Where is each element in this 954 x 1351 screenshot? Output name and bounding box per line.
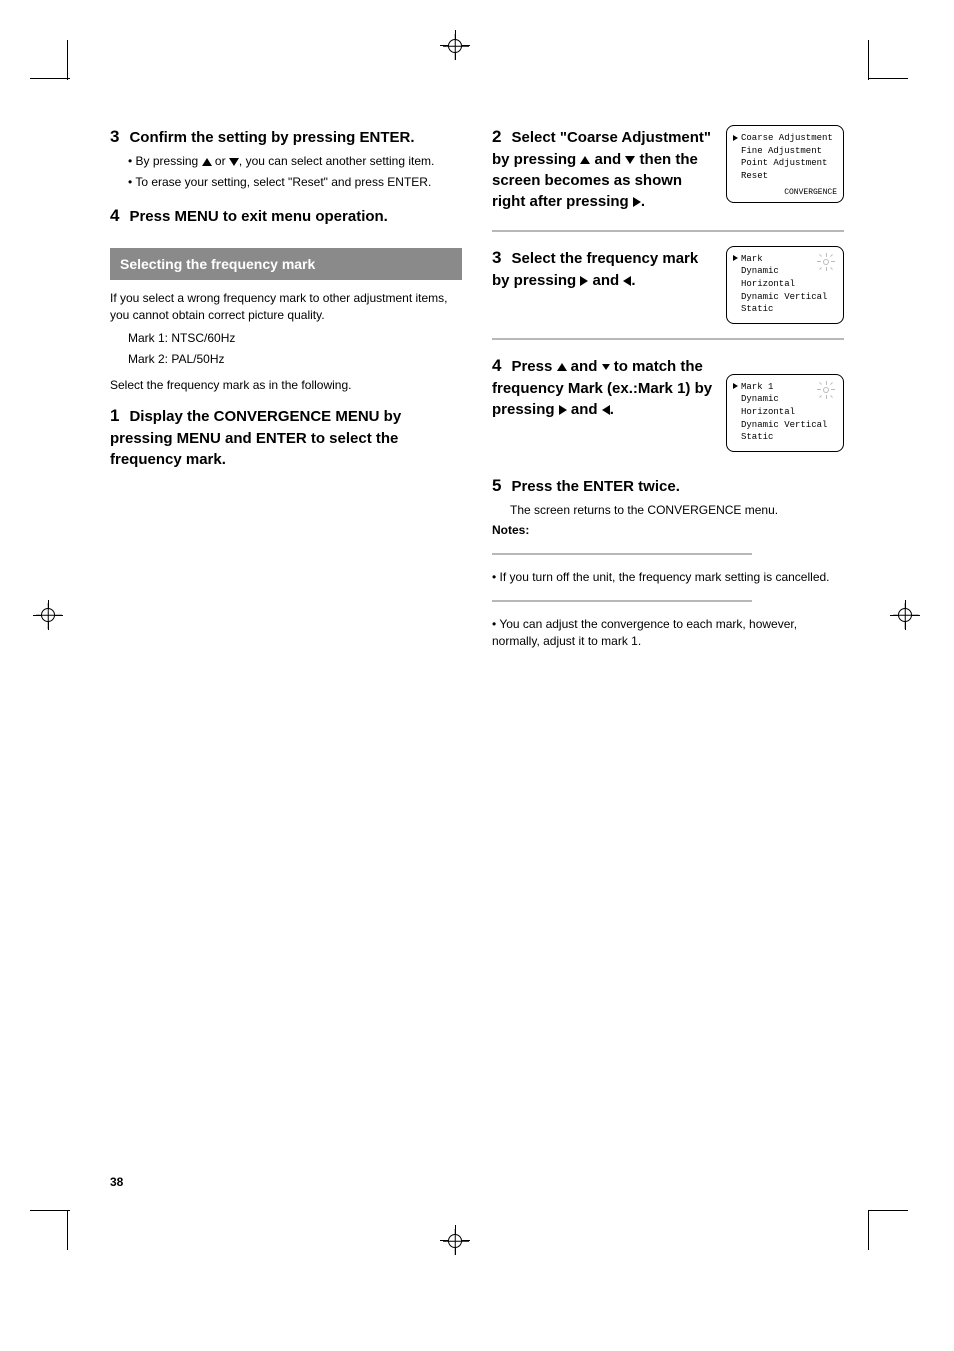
osd-line: Point Adjustment bbox=[733, 157, 837, 170]
note-item: • You can adjust the convergence to each… bbox=[492, 616, 844, 650]
osd-screen: Mark Dynamic Horizontal Dynamic Vertical… bbox=[726, 246, 844, 324]
osd-line: Dynamic Vertical bbox=[733, 419, 837, 432]
step3r-heading: 3Select the frequency mark by pressing a… bbox=[492, 246, 714, 291]
note-item: • If you turn off the unit, the frequenc… bbox=[492, 569, 844, 586]
divider bbox=[492, 230, 844, 232]
divider bbox=[492, 553, 752, 555]
up-arrow-icon bbox=[557, 358, 567, 375]
left-arrow-icon bbox=[602, 401, 610, 418]
step-number: 4 bbox=[492, 356, 511, 375]
step-number: 3 bbox=[110, 127, 129, 146]
osd-footer: CONVERGENCE bbox=[784, 187, 837, 198]
osd-line: Dynamic Vertical bbox=[733, 291, 837, 304]
osd-line: Mark bbox=[741, 254, 763, 264]
step-title: Confirm the setting by pressing ENTER. bbox=[129, 129, 414, 146]
osd-line: Reset bbox=[733, 170, 837, 183]
right-arrow-icon bbox=[633, 193, 641, 210]
step-number: 2 bbox=[492, 127, 511, 146]
step1-heading: 1Display the CONVERGENCE MENU by pressin… bbox=[110, 404, 462, 470]
up-arrow-icon bbox=[202, 154, 212, 168]
divider bbox=[492, 600, 752, 602]
osd-screen: Coarse Adjustment Fine Adjustment Point … bbox=[726, 125, 844, 203]
step4r-heading: 4Press and to match the frequency Mark (… bbox=[492, 354, 714, 420]
notes-label: Notes: bbox=[492, 522, 844, 539]
step-number: 3 bbox=[492, 248, 511, 267]
step3-heading: 3Confirm the setting by pressing ENTER. bbox=[110, 125, 462, 149]
freq-item: Mark 2: PAL/50Hz bbox=[128, 351, 462, 368]
osd-line: Coarse Adjustment bbox=[741, 133, 833, 143]
osd-line: Static bbox=[733, 303, 837, 316]
step3-note-2: • To erase your setting, select "Reset" … bbox=[128, 174, 462, 191]
registration-mark-icon bbox=[898, 608, 912, 622]
registration-mark-icon bbox=[448, 39, 462, 53]
registration-mark-icon bbox=[41, 608, 55, 622]
step5-note: The screen returns to the CONVERGENCE me… bbox=[492, 502, 844, 519]
down-arrow-icon bbox=[602, 358, 610, 375]
osd-line: Mark 1 bbox=[741, 382, 773, 392]
freq-item: Mark 1: NTSC/60Hz bbox=[128, 330, 462, 347]
osd-line: Fine Adjustment bbox=[733, 145, 837, 158]
step5-heading: 5Press the ENTER twice. bbox=[492, 474, 844, 498]
step4-heading: 4Press MENU to exit menu operation. bbox=[110, 204, 462, 228]
sun-icon bbox=[817, 253, 835, 271]
sun-icon bbox=[817, 381, 835, 399]
registration-mark-icon bbox=[448, 1234, 462, 1248]
right-column: 2Select "Coarse Adjustment" by pressing … bbox=[492, 125, 844, 654]
down-arrow-icon bbox=[625, 151, 635, 168]
osd-screen: Mark 1 Dynamic Horizontal Dynamic Vertic… bbox=[726, 374, 844, 452]
page-number: 38 bbox=[110, 1175, 123, 1189]
step-title: Display the CONVERGENCE MENU by pressing… bbox=[110, 408, 401, 468]
step-title: Press MENU to exit menu operation. bbox=[129, 208, 387, 225]
intro-text: If you select a wrong frequency mark to … bbox=[110, 290, 462, 324]
step3-note-1: • By pressing or , you can select anothe… bbox=[128, 153, 462, 170]
step2-heading: 2Select "Coarse Adjustment" by pressing … bbox=[492, 125, 714, 212]
step-number: 5 bbox=[492, 476, 511, 495]
section-bar: Selecting the frequency mark bbox=[110, 248, 462, 280]
step-number: 4 bbox=[110, 206, 129, 225]
left-column: 3Confirm the setting by pressing ENTER. … bbox=[110, 125, 462, 654]
step-number: 1 bbox=[110, 406, 129, 425]
osd-line: Static bbox=[733, 431, 837, 444]
down-arrow-icon bbox=[229, 154, 239, 168]
right-arrow-icon bbox=[559, 401, 567, 418]
instruction-lead: Select the frequency mark as in the foll… bbox=[110, 377, 462, 394]
page-content: 3Confirm the setting by pressing ENTER. … bbox=[110, 125, 845, 654]
up-arrow-icon bbox=[580, 151, 590, 168]
divider bbox=[492, 338, 844, 340]
step-title: Press the ENTER twice. bbox=[511, 478, 679, 495]
